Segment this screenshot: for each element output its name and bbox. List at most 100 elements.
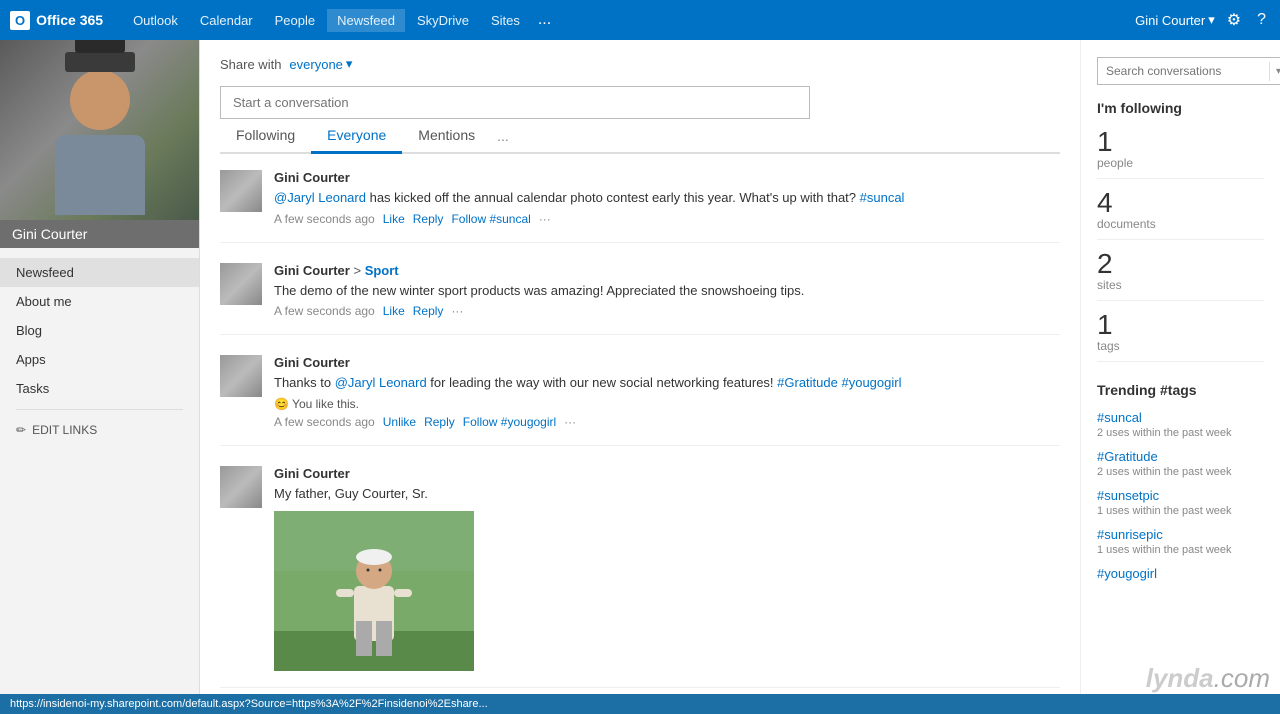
post-2-arrow: > xyxy=(353,263,364,278)
tab-following[interactable]: Following xyxy=(220,119,311,154)
sidebar-item-newsfeed-label: Newsfeed xyxy=(16,265,74,280)
status-url: https://insidenoi-my.sharepoint.com/defa… xyxy=(10,698,488,710)
sidebar-item-tasks-label: Tasks xyxy=(16,381,49,396)
trending-tag-yougogirl[interactable]: #yougogirl xyxy=(1097,566,1264,581)
nav-sites[interactable]: Sites xyxy=(481,9,530,32)
post-2-reply[interactable]: Reply xyxy=(413,304,444,318)
avatar-hat xyxy=(65,52,135,72)
trending-tag-suncal[interactable]: #suncal xyxy=(1097,410,1264,425)
post-3-text-2: for leading the way with our new social … xyxy=(430,375,777,390)
avatar-body xyxy=(55,135,145,215)
nav-people[interactable]: People xyxy=(265,9,325,32)
stat-sites-label: sites xyxy=(1097,278,1264,301)
sidebar-divider xyxy=(16,409,183,410)
post-3-body: Gini Courter Thanks to @Jaryl Leonard fo… xyxy=(274,355,1060,429)
trending-tag-sunrisepic[interactable]: #sunrisepic xyxy=(1097,527,1264,542)
stat-people-label: people xyxy=(1097,156,1264,179)
nav-right: Gini Courter ▾ ⚙ ? xyxy=(1135,6,1270,34)
post-1-mention[interactable]: @Jaryl Leonard xyxy=(274,190,366,205)
nav-newsfeed[interactable]: Newsfeed xyxy=(327,9,405,32)
post-1-like[interactable]: Like xyxy=(383,212,405,226)
sidebar-item-newsfeed[interactable]: Newsfeed xyxy=(0,258,199,287)
post-3-text-1: Thanks to xyxy=(274,375,335,390)
post-4-body: Gini Courter My father, Guy Courter, Sr. xyxy=(274,466,1060,672)
stat-tags-number: 1 xyxy=(1097,311,1264,339)
post-3-avatar[interactable] xyxy=(220,355,262,397)
post-2-avatar[interactable] xyxy=(220,263,262,305)
trending-section: Trending #tags #suncal 2 uses within the… xyxy=(1097,382,1264,581)
right-panel: ▾ 🔍 I'm following 1 people 4 documents 2… xyxy=(1080,40,1280,714)
post-2-like[interactable]: Like xyxy=(383,304,405,318)
tab-everyone[interactable]: Everyone xyxy=(311,119,402,154)
post-4-image-svg xyxy=(274,511,474,671)
following-title: I'm following xyxy=(1097,100,1264,116)
post-3-more[interactable]: ··· xyxy=(564,415,576,429)
tabs-bar: Following Everyone Mentions ... xyxy=(220,119,1060,154)
post-4: Gini Courter My father, Guy Courter, Sr. xyxy=(220,466,1060,689)
sidebar-nav: Newsfeed About me Blog Apps Tasks ✏ EDIT… xyxy=(0,248,199,454)
post-1-body: Gini Courter @Jaryl Leonard has kicked o… xyxy=(274,170,1060,226)
share-with-label: Share with xyxy=(220,57,281,72)
post-3-hashtag-2[interactable]: #yougogirl xyxy=(841,375,901,390)
sidebar-item-apps[interactable]: Apps xyxy=(0,345,199,374)
post-2-author: Gini Courter > Sport xyxy=(274,263,1060,278)
avatar-head xyxy=(70,70,130,130)
sidebar-item-about[interactable]: About me xyxy=(0,287,199,316)
post-1-timestamp: A few seconds ago xyxy=(274,212,375,226)
nav-calendar[interactable]: Calendar xyxy=(190,9,263,32)
post-3-hashtag-1[interactable]: #Gratitude xyxy=(777,375,838,390)
share-everyone-button[interactable]: everyone ▾ xyxy=(289,56,352,72)
post-2-text: The demo of the new winter sport product… xyxy=(274,281,1060,301)
edit-links-button[interactable]: ✏ EDIT LINKS xyxy=(0,416,199,444)
post-1-text: @Jaryl Leonard has kicked off the annual… xyxy=(274,188,1060,208)
settings-icon[interactable]: ⚙ xyxy=(1223,6,1245,34)
sidebar-item-about-label: About me xyxy=(16,294,72,309)
sidebar-item-blog-label: Blog xyxy=(16,323,42,338)
post-1-follow-hashtag[interactable]: Follow #suncal xyxy=(451,212,530,226)
help-icon[interactable]: ? xyxy=(1253,7,1270,33)
post-1-text-1: has kicked off the annual calendar photo… xyxy=(370,190,860,205)
nav-user-menu[interactable]: Gini Courter ▾ xyxy=(1135,12,1215,28)
pencil-icon: ✏ xyxy=(16,423,26,437)
post-1-avatar[interactable] xyxy=(220,170,262,212)
post-3-mention[interactable]: @Jaryl Leonard xyxy=(335,375,427,390)
nav-skydrive[interactable]: SkyDrive xyxy=(407,9,479,32)
nav-more-button[interactable]: ... xyxy=(532,7,557,33)
trending-tag-gratitude[interactable]: #Gratitude xyxy=(1097,449,1264,464)
post-3-avatar-image xyxy=(220,355,262,397)
post-2-more[interactable]: ··· xyxy=(451,304,463,318)
stat-docs-label: documents xyxy=(1097,217,1264,240)
post-3-you-like: 😊 You like this. xyxy=(274,397,1060,411)
user-dropdown-icon: ▾ xyxy=(1208,12,1215,28)
post-1-more[interactable]: ··· xyxy=(539,212,551,226)
post-3-follow-hashtag[interactable]: Follow #yougogirl xyxy=(463,415,556,429)
stat-tags-label: tags xyxy=(1097,339,1264,362)
sidebar-username: Gini Courter xyxy=(0,220,199,248)
post-3: Gini Courter Thanks to @Jaryl Leonard fo… xyxy=(220,355,1060,446)
post-2-avatar-image xyxy=(220,263,262,305)
search-input[interactable] xyxy=(1098,58,1269,84)
post-3-unlike[interactable]: Unlike xyxy=(383,415,416,429)
post-2-dest[interactable]: Sport xyxy=(365,263,399,278)
post-3-reply[interactable]: Reply xyxy=(424,415,455,429)
sidebar-item-blog[interactable]: Blog xyxy=(0,316,199,345)
conversation-input[interactable] xyxy=(220,86,810,119)
tab-mentions[interactable]: Mentions xyxy=(402,119,491,154)
sidebar-item-tasks[interactable]: Tasks xyxy=(0,374,199,403)
post-1-reply[interactable]: Reply xyxy=(413,212,444,226)
post-2-meta: A few seconds ago Like Reply ··· xyxy=(274,304,1060,318)
top-navigation: O Office 365 Outlook Calendar People New… xyxy=(0,0,1280,40)
post-4-avatar[interactable] xyxy=(220,466,262,508)
post-1: Gini Courter @Jaryl Leonard has kicked o… xyxy=(220,170,1060,243)
share-dropdown-icon: ▾ xyxy=(346,56,353,72)
stat-sites-number: 2 xyxy=(1097,250,1264,278)
nav-outlook[interactable]: Outlook xyxy=(123,9,188,32)
status-bar: https://insidenoi-my.sharepoint.com/defa… xyxy=(0,694,1280,714)
search-dropdown-icon[interactable]: ▾ xyxy=(1269,62,1280,81)
office365-logo[interactable]: O Office 365 xyxy=(10,11,103,30)
post-3-author: Gini Courter xyxy=(274,355,1060,370)
trending-tag-sunsetpic[interactable]: #sunsetpic xyxy=(1097,488,1264,503)
edit-links-label: EDIT LINKS xyxy=(32,423,97,437)
tabs-more-button[interactable]: ... xyxy=(491,120,515,152)
post-1-hashtag[interactable]: #suncal xyxy=(860,190,905,205)
